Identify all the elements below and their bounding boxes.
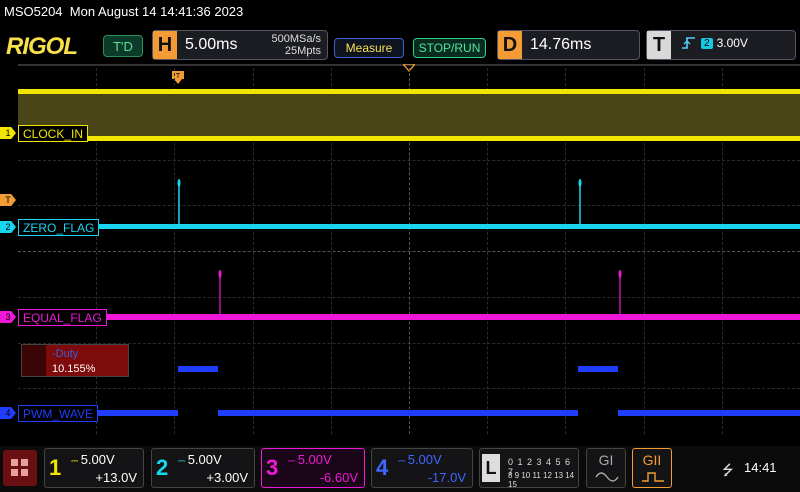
ch4-scale: ⎓ 5.00V — [398, 452, 442, 467]
ch4-button[interactable]: 4 ⎓ 5.00V -17.0V — [371, 448, 473, 488]
ch3-button[interactable]: 3 ⎓ 5.00V -6.60V — [261, 448, 365, 488]
ch2-button[interactable]: 2 ⎓ 5.00V +3.00V — [151, 448, 255, 488]
pwm-high-segment-2 — [578, 366, 618, 372]
ch1-offset: +13.0V — [95, 470, 137, 485]
measurement-name: -Duty — [52, 348, 79, 360]
grid-menu-icon — [11, 459, 28, 476]
waveform-area — [18, 89, 800, 416]
bottom-control-bar: 1 ⎓ 5.00V +13.0V 2 ⎓ 5.00V +3.00V 3 ⎓ 5.… — [0, 446, 800, 492]
ch3-scale: ⎓ 5.00V — [288, 452, 332, 467]
logic-letter: L — [482, 454, 500, 482]
sine-wave-icon — [595, 472, 619, 482]
ch2-offset: +3.00V — [206, 470, 248, 485]
ch2-label[interactable]: ZERO_FLAG — [18, 219, 100, 236]
ch1-number: 1 — [49, 455, 62, 480]
equal-flag-pulses — [219, 272, 621, 314]
zero-flag-pulse-1 — [178, 180, 581, 224]
logic-channels-row2: 8 9 10 11 12 13 14 15 — [508, 471, 575, 489]
usb-icon: ⭍ — [722, 462, 734, 478]
ch2-number: 2 — [156, 455, 169, 480]
ch3-label[interactable]: EQUAL_FLAG — [18, 309, 107, 326]
measurement-handle — [22, 345, 46, 376]
clock-in-trace-fill — [18, 92, 800, 140]
ch1-scale: ⎓ 5.00V — [71, 452, 115, 467]
ch4-number: 4 — [376, 455, 389, 480]
zero-flag-pulse-1-tip — [177, 179, 181, 187]
pwm-low-segment-2 — [218, 410, 578, 416]
ch3-number: 3 — [266, 455, 279, 480]
measurement-value: 10.155% — [52, 363, 96, 375]
ch4-label[interactable]: PWM_WAVE — [18, 405, 99, 422]
clock-in-trace-low — [18, 136, 800, 141]
generator-2-button[interactable]: GII — [632, 448, 672, 488]
clock-in-trace-high — [18, 89, 800, 94]
equal-flag-trace — [18, 314, 800, 320]
square-wave-icon — [642, 472, 664, 482]
status-clock: 14:41 — [744, 460, 777, 475]
logic-analyzer-button[interactable]: L 0 1 2 3 4 5 6 7 8 9 10 11 12 13 14 15 — [479, 448, 579, 489]
ch1-label[interactable]: CLOCK_IN — [18, 125, 89, 142]
ch1-button[interactable]: 1 ⎓ 5.00V +13.0V — [44, 448, 144, 488]
equal-flag-pulse-1-tip — [218, 270, 222, 278]
pwm-high-segment-1 — [178, 366, 218, 372]
generator-1-label: GI — [598, 452, 614, 468]
generator-2-label: GII — [642, 452, 662, 468]
generator-1-button[interactable]: GI — [586, 448, 626, 488]
measurement-result[interactable]: -Duty 10.155% — [21, 344, 129, 377]
equal-flag-pulse-2-tip — [618, 270, 622, 278]
zero-flag-trace — [18, 224, 800, 229]
pwm-low-segment-3 — [618, 410, 800, 416]
home-button[interactable] — [3, 450, 37, 486]
ch4-offset: -17.0V — [427, 470, 466, 485]
oscilloscope-screen: MSO5204 Mon August 14 14:41:36 2023 RIGO… — [0, 0, 800, 492]
ch3-offset: -6.60V — [319, 470, 358, 485]
zero-flag-pulse-2-tip — [578, 179, 582, 187]
ch2-scale: ⎓ 5.00V — [178, 452, 222, 467]
